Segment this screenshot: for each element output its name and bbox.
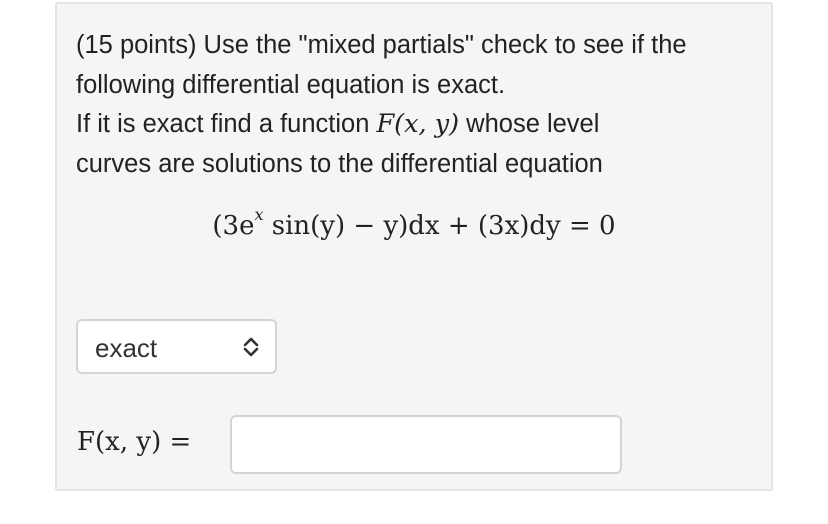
equation-exponent: x: [254, 205, 264, 224]
equation-rest: sin(y) − y)dx + (3x)dy = 0: [263, 211, 616, 241]
function-notation: F(x, y): [376, 109, 460, 139]
differential-equation: (3ex sin(y) − y)dx + (3x)dy = 0: [57, 207, 771, 242]
prompt-line-4: curves are solutions to the differential…: [76, 149, 603, 178]
prompt-line-1: (15 points) Use the "mixed partials" che…: [76, 31, 687, 59]
prompt-line-3-end: whose level: [459, 110, 600, 138]
up-down-chevron-icon: [243, 337, 259, 357]
answer-input[interactable]: [230, 415, 622, 474]
prompt-line-3: If it is exact find a function F(x, y) w…: [76, 105, 766, 145]
answer-label: F(x, y) =: [77, 427, 192, 457]
prompt-line-2: following differential equation is exact…: [76, 70, 506, 99]
question-card: (15 points) Use the "mixed partials" che…: [55, 2, 773, 491]
equation-lead: (3e: [212, 211, 255, 241]
exactness-select[interactable]: exact: [76, 319, 277, 374]
prompt-line-3-start: If it is exact find a function: [76, 110, 377, 138]
exactness-select-value: exact: [95, 333, 158, 363]
question-prompt: (15 points) Use the "mixed partials" che…: [76, 26, 766, 184]
